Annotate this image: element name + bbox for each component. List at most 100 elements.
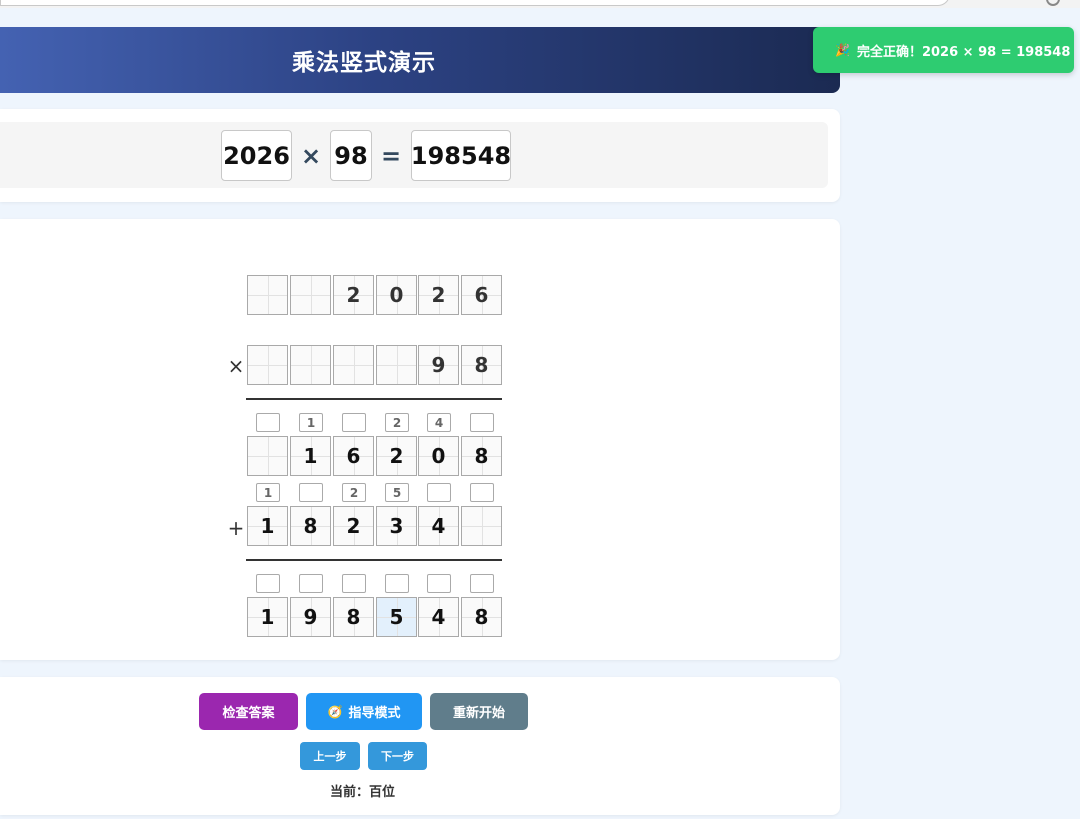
partial-product1-digit: 0	[431, 444, 446, 468]
partial-product2-cell[interactable]	[461, 506, 502, 546]
partial-product1-cell[interactable]: 0	[418, 436, 459, 476]
prev-step-button[interactable]: 上一步	[300, 742, 360, 770]
multiplicand-cell[interactable]	[247, 275, 288, 315]
result-digit: 4	[431, 605, 446, 629]
partial-product2-digit: 4	[431, 514, 446, 538]
multiplicand-input[interactable]: 2026	[221, 130, 292, 181]
partial-product1-cell[interactable]: 2	[376, 436, 417, 476]
carry-partial1-box[interactable]: 2	[385, 413, 409, 432]
check-answer-button[interactable]: 检查答案	[199, 693, 298, 730]
guide-mode-label: 指导模式	[348, 706, 401, 721]
carry-partial1-box[interactable]	[470, 413, 494, 432]
carry-partial2-box[interactable]: 2	[342, 483, 366, 502]
result-cell[interactable]: 9	[290, 597, 331, 637]
multiplicand-cell[interactable]: 0	[376, 275, 417, 315]
partial-product1-digit: 6	[346, 444, 361, 468]
guide-mode-button[interactable]: 🧭 指导模式	[306, 693, 422, 730]
multiplicand-cell[interactable]	[290, 275, 331, 315]
carry-partial2-box[interactable]	[470, 483, 494, 502]
profile-icon[interactable]	[1046, 0, 1060, 6]
multiplier-cell[interactable]	[290, 345, 331, 385]
multiplier-cell[interactable]	[376, 345, 417, 385]
multiplier-cell[interactable]	[247, 345, 288, 385]
multiplier-cell[interactable]	[333, 345, 374, 385]
multiplicand-digit: 0	[389, 283, 404, 307]
carry-partial1-box[interactable]	[256, 413, 280, 432]
partial-product1-cell[interactable]	[247, 436, 288, 476]
carry-result-box[interactable]	[299, 574, 323, 593]
result-digit: 5	[389, 605, 404, 629]
result-digit: 8	[474, 605, 489, 629]
multiplier-cell[interactable]: 9	[418, 345, 459, 385]
answer-input[interactable]: 198548	[411, 130, 511, 181]
times-sign: ×	[227, 354, 245, 378]
multiplicand-digit: 2	[346, 283, 361, 307]
compass-icon: 🧭	[327, 704, 343, 719]
multiplier-cell[interactable]: 8	[461, 345, 502, 385]
equation-row: 2026 × 98 = 198548	[0, 122, 828, 188]
partial-product2-digit: 8	[303, 514, 318, 538]
current-step-label: 当前：百位	[330, 785, 396, 800]
partial-product1-digit: 8	[474, 444, 489, 468]
controls-card: 检查答案 🧭 指导模式 重新开始 上一步 下一步 当前：百位	[0, 677, 840, 815]
partial-product1-digit: 2	[389, 444, 404, 468]
restart-label: 重新开始	[452, 706, 505, 721]
partial-product2-digit: 2	[346, 514, 361, 538]
multiplicand-digit: 2	[431, 283, 446, 307]
times-operator: ×	[300, 141, 322, 170]
multiplicand-cell[interactable]: 2	[333, 275, 374, 315]
check-answer-label: 检查答案	[222, 706, 275, 721]
partial-product2-cell[interactable]: 2	[333, 506, 374, 546]
carry-partial2-box[interactable]: 1	[256, 483, 280, 502]
vertical-multiplication-card: 2 0 2 6 × 9 8 1 2 4 1 6 2 0 8 1 2 5 +1 8 2 3 4 1 9 8 5 4 8	[0, 219, 840, 660]
next-step-button[interactable]: 下一步	[368, 742, 427, 770]
carry-result-box[interactable]	[470, 574, 494, 593]
browser-chrome-edge	[0, 0, 1080, 8]
address-bar-edge	[0, 0, 950, 6]
party-popper-icon: 🎉	[835, 43, 850, 57]
partial-product2-cell[interactable]: 3	[376, 506, 417, 546]
result-digit: 8	[346, 605, 361, 629]
partial-product1-cell[interactable]: 1	[290, 436, 331, 476]
partial-product1-cell[interactable]: 8	[461, 436, 502, 476]
partial-product2-digit: 1	[260, 514, 275, 538]
carry-result-box[interactable]	[342, 574, 366, 593]
carry-partial2-box[interactable]	[427, 483, 451, 502]
multiplier-input[interactable]: 98	[330, 130, 372, 181]
multiplicand-cell[interactable]: 6	[461, 275, 502, 315]
equals-operator: =	[380, 141, 402, 170]
result-cell[interactable]: 5	[376, 597, 417, 637]
result-cell[interactable]: 8	[333, 597, 374, 637]
carry-partial1-box[interactable]: 1	[299, 413, 323, 432]
partial-product2-cell[interactable]: 4	[418, 506, 459, 546]
carry-result-box[interactable]	[427, 574, 451, 593]
result-digit: 9	[303, 605, 318, 629]
restart-button[interactable]: 重新开始	[430, 693, 528, 730]
carry-partial1-box[interactable]	[342, 413, 366, 432]
plus-sign: +	[227, 516, 245, 540]
page-title: 乘法竖式演示	[292, 50, 436, 76]
carry-result-box[interactable]	[385, 574, 409, 593]
success-toast: 🎉 完全正确！2026 × 98 = 198548	[813, 27, 1074, 73]
result-digit: 1	[260, 605, 275, 629]
toast-text: 完全正确！2026 × 98 = 198548	[856, 44, 1071, 60]
partial-product1-cell[interactable]: 6	[333, 436, 374, 476]
carry-result-box[interactable]	[256, 574, 280, 593]
page-header: 乘法竖式演示	[0, 27, 840, 93]
partial-product2-cell[interactable]: 8	[290, 506, 331, 546]
result-cell[interactable]: 4	[418, 597, 459, 637]
result-cell[interactable]: 8	[461, 597, 502, 637]
multiplicand-digit: 6	[474, 283, 489, 307]
next-step-label: 下一步	[381, 750, 414, 763]
equation-card: 2026 × 98 = 198548	[0, 109, 840, 202]
carry-partial2-box[interactable]	[299, 483, 323, 502]
partial-product2-cell[interactable]: 1	[247, 506, 288, 546]
partial-product2-digit: 3	[389, 514, 404, 538]
result-cell[interactable]: 1	[247, 597, 288, 637]
multiplicand-cell[interactable]: 2	[418, 275, 459, 315]
multiplier-digit: 8	[474, 353, 489, 377]
prev-step-label: 上一步	[313, 750, 347, 763]
carry-partial1-box[interactable]: 4	[427, 413, 451, 432]
carry-partial2-box[interactable]: 5	[385, 483, 409, 502]
sum-divider-line	[246, 559, 502, 561]
